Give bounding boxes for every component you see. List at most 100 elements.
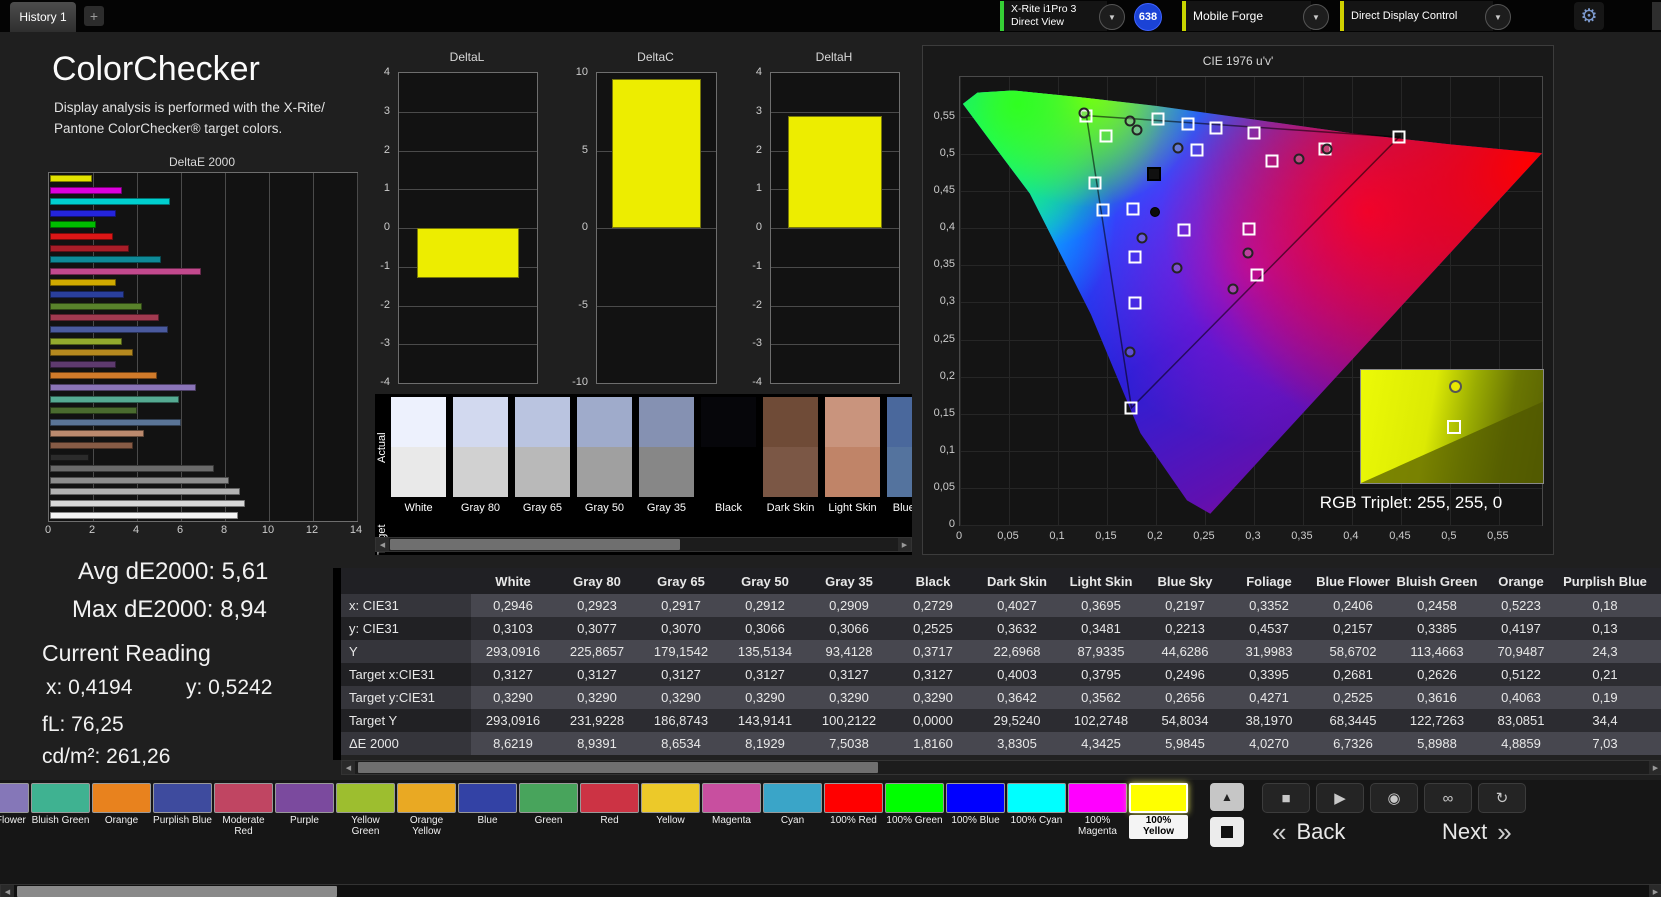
patch-button[interactable]: Red	[580, 783, 639, 839]
table-row-label: Target Y	[341, 709, 471, 732]
axis-tick-label: -3	[380, 337, 390, 350]
cie-target-point	[1088, 176, 1102, 190]
swatch-strip-scrollbar[interactable]: ◀ ▶	[375, 537, 912, 552]
patch-button[interactable]: Green	[519, 783, 578, 839]
source-dropdown-icon[interactable]: ▼	[1303, 4, 1329, 30]
swatch-label: Gray 35	[646, 502, 687, 514]
settings-gear-icon[interactable]: ⚙	[1574, 2, 1604, 30]
table-cell: 122,7263	[1409, 713, 1465, 728]
patch-button[interactable]: Yellow	[641, 783, 700, 839]
table-scroll-right-icon[interactable]: ▶	[1649, 761, 1661, 774]
axis-tick-label: 1	[755, 182, 762, 195]
axis-tick-label: 0,05	[997, 530, 1019, 542]
patch-button[interactable]: Purple	[275, 783, 334, 839]
chart-title: DeltaL	[449, 50, 485, 64]
table-cell: 8,1929	[745, 736, 785, 751]
patch-button[interactable]: Blue Flower	[0, 783, 29, 839]
patch-button[interactable]: Purplish Blue	[153, 783, 212, 839]
cie-current-point	[1149, 206, 1160, 217]
rgb-triplet-label: RGB Triplet: 255, 255, 0	[1319, 493, 1503, 512]
patch-button[interactable]: 100% Cyan	[1007, 783, 1066, 839]
axis-tick-label: 0	[948, 518, 955, 530]
axis-tick-label: 2	[88, 524, 96, 536]
table-row-label: ΔE 2000	[341, 732, 471, 755]
patch-button[interactable]: Orange Yellow	[397, 783, 456, 839]
patch-label: Yellow Green	[351, 815, 380, 837]
cie-y-axis: 0,55 0,5 0,45 0,4 0,35 0,3 0,25 0,2 0,15 0,1 0,05 0	[925, 76, 955, 530]
gridline	[771, 228, 899, 229]
loop-button[interactable]: ∞	[1424, 783, 1472, 813]
patch-button[interactable]: Orange	[92, 783, 151, 839]
table-header-corner	[341, 568, 471, 594]
cie-target-point	[1265, 154, 1279, 168]
bottom-scrollbar[interactable]: ◀ ▶	[0, 884, 1661, 897]
table-cell: 0,2406	[1333, 598, 1373, 613]
patch-button[interactable]: Moderate Red	[214, 783, 273, 839]
table-header-cell: Gray 65	[657, 573, 705, 589]
delta-chart-deltah: DeltaH 4 3 2 1 0 -1 -2 -3 -4	[738, 50, 900, 402]
patch-button[interactable]: Blue	[458, 783, 517, 839]
table-scrollbar-thumb[interactable]	[358, 762, 878, 773]
scrollbar-thumb[interactable]	[390, 539, 680, 550]
table-cell: 8,6534	[661, 736, 701, 751]
axis-tick-label: 4	[132, 524, 140, 536]
patch-button[interactable]: Magenta	[702, 783, 761, 839]
table-row: Target x:CIE31 0,3127 0,3127 0,3127 0,3127 0,…	[341, 663, 1661, 686]
patch-button[interactable]: 100% Yellow	[1129, 783, 1188, 839]
cie-target-point	[1209, 121, 1223, 135]
patch-button[interactable]: 100% Green	[885, 783, 944, 839]
clipped-toolbar-button[interactable]	[1652, 2, 1661, 30]
table-scrollbar[interactable]: ◀ ▶	[341, 760, 1661, 775]
bottom-scroll-right-icon[interactable]: ▶	[1649, 885, 1661, 897]
bottom-scroll-left-icon[interactable]: ◀	[1, 885, 14, 897]
table-cell: 0,3127	[745, 667, 785, 682]
patch-color	[92, 783, 151, 813]
patch-button[interactable]: Cyan	[763, 783, 822, 839]
table-cell: 0,13	[1592, 621, 1618, 636]
meter-dropdown-icon[interactable]: ▼	[1099, 4, 1125, 30]
patch-color	[824, 783, 883, 813]
patch-color	[458, 783, 517, 813]
scroll-left-icon[interactable]: ◀	[376, 538, 389, 551]
patch-button[interactable]: Yellow Green	[336, 783, 395, 839]
swatch-target	[763, 447, 818, 497]
patch-color	[31, 783, 90, 813]
patch-color	[946, 783, 1005, 813]
axis-tick-label: -1	[752, 259, 762, 272]
meter-selector[interactable]: X-Rite i1Pro 3 Direct View	[1000, 1, 1107, 31]
table-cell: 0,2923	[577, 598, 617, 613]
axis-tick-label: 0,25	[1193, 530, 1215, 542]
display-control-selector[interactable]: Direct Display Control	[1340, 1, 1493, 31]
table-scroll-left-icon[interactable]: ◀	[342, 761, 355, 774]
table-row-label: y: CIE31	[341, 617, 471, 640]
play-button[interactable]: ▶	[1316, 783, 1364, 813]
tab-history-1[interactable]: History 1	[10, 2, 76, 32]
expand-panel-button[interactable]: ▲	[1210, 783, 1244, 811]
refresh-button[interactable]: ↻	[1478, 783, 1526, 813]
scroll-right-icon[interactable]: ▶	[898, 538, 911, 551]
reading-luminance-value: cd/m²: 261,26	[42, 745, 171, 768]
bottom-scrollbar-thumb[interactable]	[17, 886, 337, 897]
patch-button[interactable]: 100% Magenta	[1068, 783, 1127, 839]
stop-button[interactable]: ■	[1262, 783, 1310, 813]
axis-tick-label: 0	[44, 524, 52, 536]
table-cell: 0,3717	[913, 644, 953, 659]
back-button[interactable]: « Back	[1272, 816, 1345, 848]
patch-window-button[interactable]	[1210, 817, 1244, 847]
axis-tick-label: 0,3	[939, 295, 955, 308]
add-tab-button[interactable]: +	[84, 6, 104, 26]
swatch-label: Gray 50	[584, 502, 625, 514]
table-cell: 1,8160	[913, 736, 953, 751]
record-button[interactable]: ◉	[1370, 783, 1418, 813]
patch-button[interactable]: Bluish Green	[31, 783, 90, 839]
source-selector[interactable]: Mobile Forge	[1182, 1, 1311, 31]
patch-button[interactable]: 100% Red	[824, 783, 883, 839]
display-control-dropdown-icon[interactable]: ▼	[1485, 4, 1511, 30]
patch-button[interactable]: 100% Blue	[946, 783, 1005, 839]
table-cell: 0,2626	[1417, 667, 1457, 682]
patch-label: Moderate Red	[222, 815, 265, 837]
next-button[interactable]: Next »	[1442, 816, 1512, 848]
table-cell: 31,9983	[1245, 644, 1293, 659]
patch-label: 100% Green	[886, 815, 943, 826]
table-cell: 6,7326	[1333, 736, 1373, 751]
